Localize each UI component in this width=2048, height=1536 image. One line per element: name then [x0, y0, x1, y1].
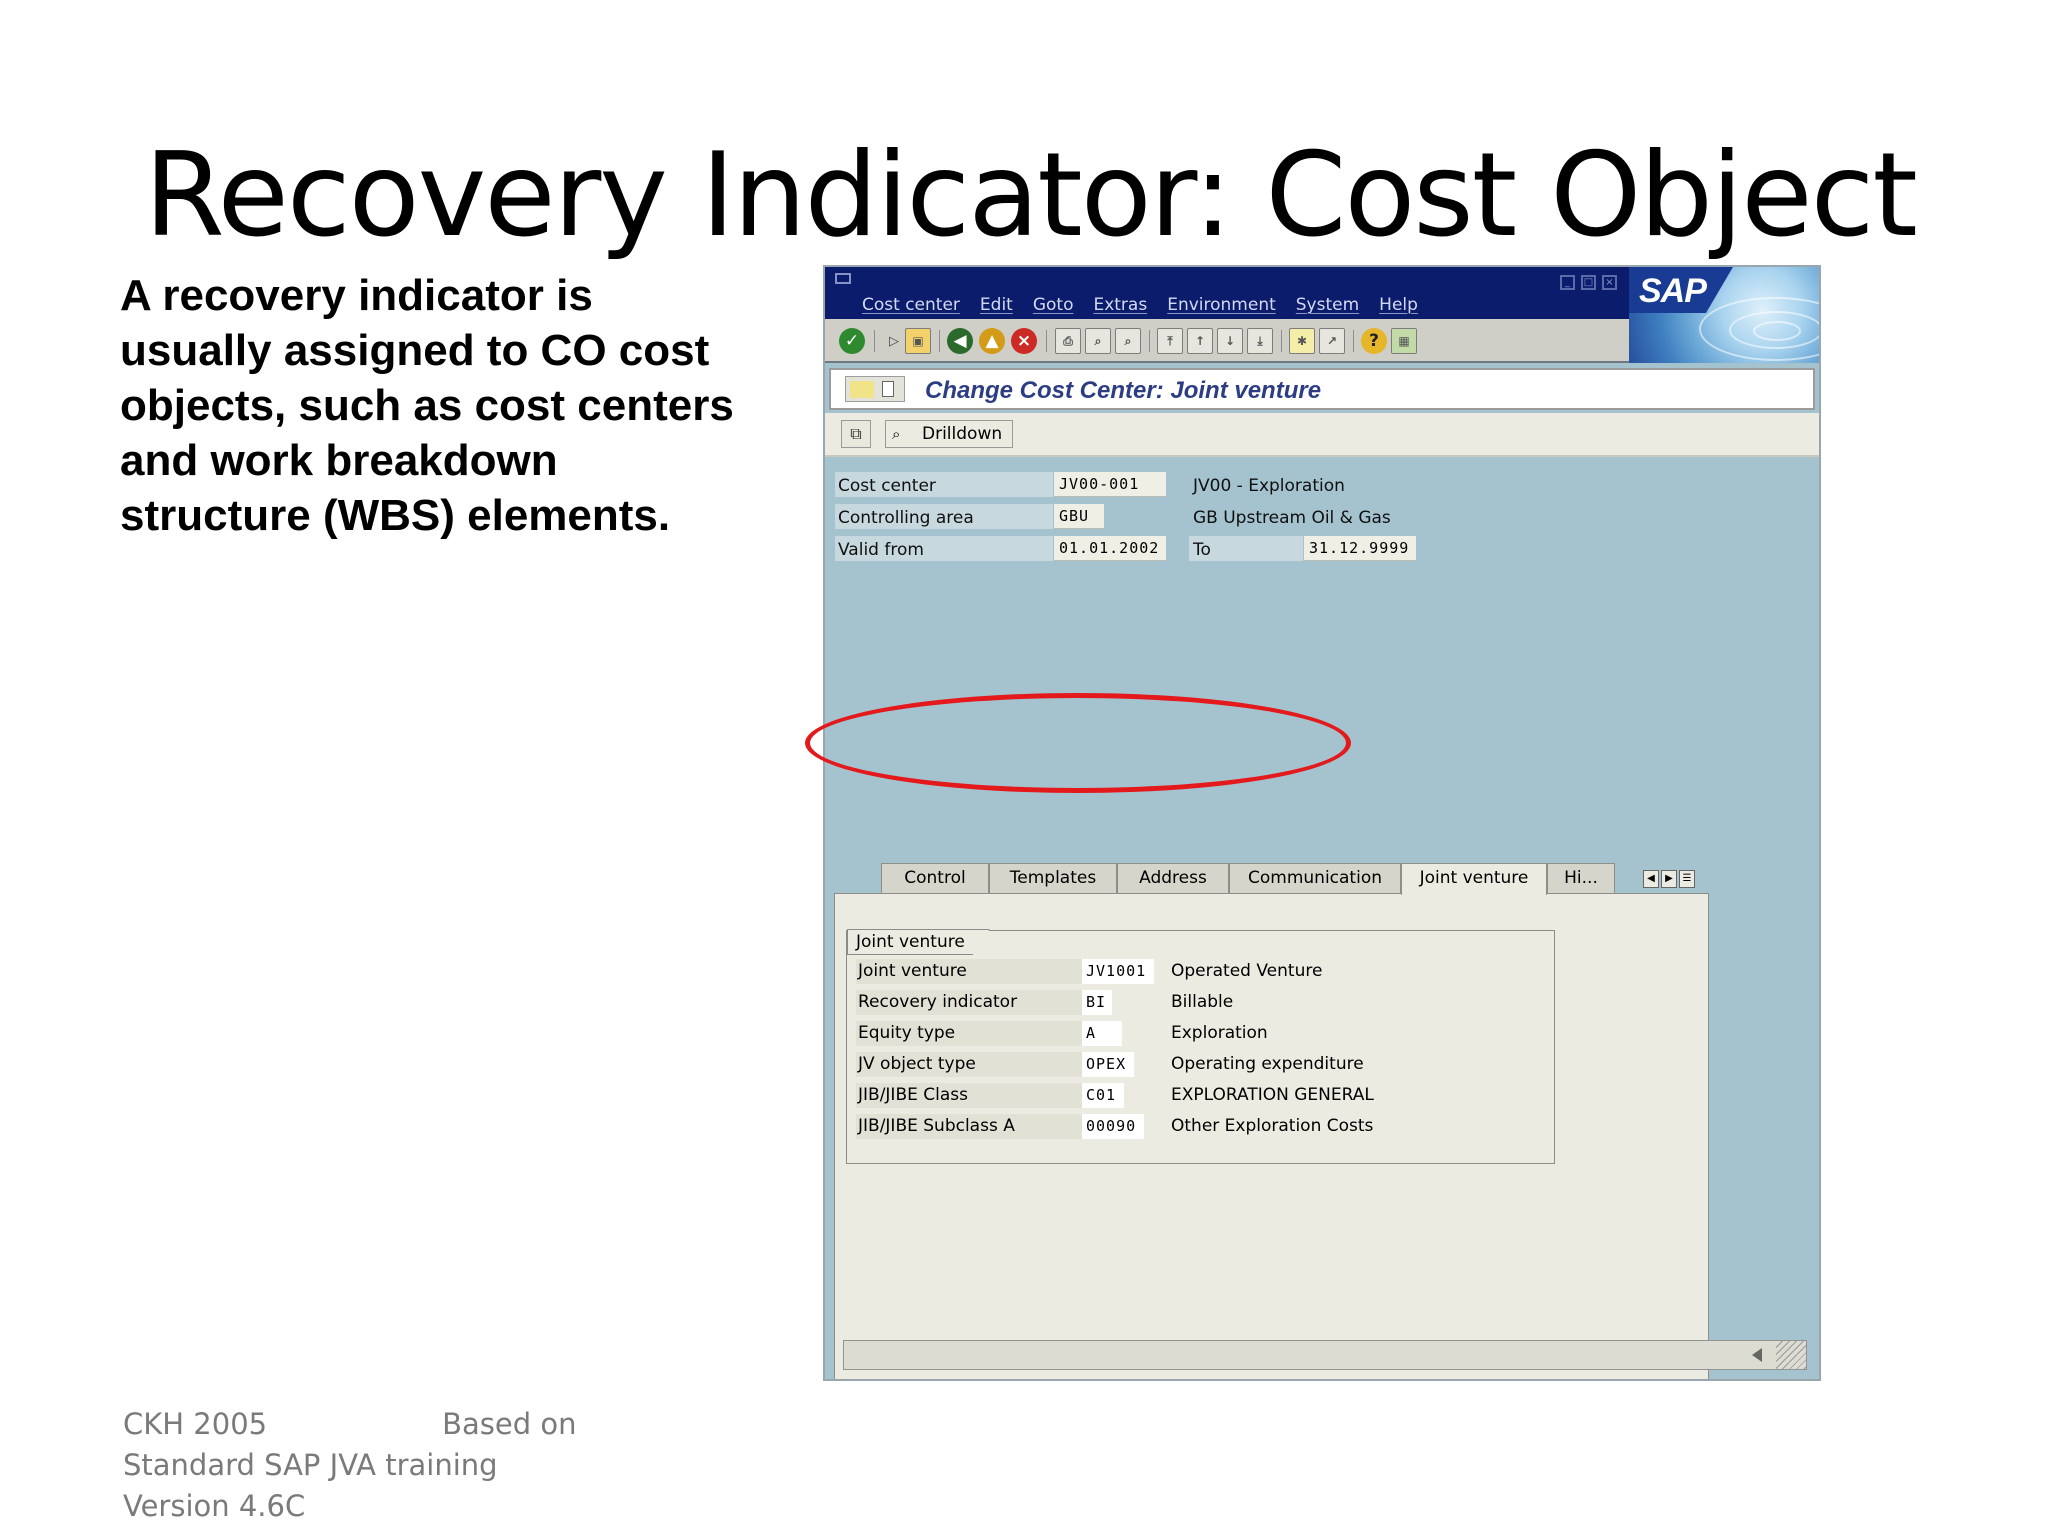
- tab-templates[interactable]: Templates: [989, 863, 1117, 893]
- tab-scroll-left-icon[interactable]: ◀: [1643, 870, 1659, 888]
- jv-object-type-field[interactable]: OPEX: [1082, 1052, 1134, 1077]
- create-shortcut-icon[interactable]: ↗: [1319, 328, 1345, 354]
- slide-body-text: A recovery indicator is usually assigned…: [120, 271, 734, 540]
- first-page-icon[interactable]: ⤒: [1157, 328, 1183, 354]
- document-icon[interactable]: [882, 381, 894, 397]
- exit-icon[interactable]: ▲: [979, 328, 1005, 354]
- print-icon[interactable]: ⎙: [1055, 328, 1081, 354]
- cost-center-label: Cost center: [838, 476, 936, 496]
- footer-version: Version 4.6C: [123, 1489, 306, 1523]
- jv-object-type-label: JV object type: [856, 1052, 1082, 1077]
- tab-control[interactable]: Control: [881, 863, 989, 893]
- jib-subclass-description: Other Exploration Costs: [1171, 1116, 1374, 1136]
- tab-list-icon[interactable]: ☰: [1679, 870, 1695, 888]
- tab-scroll-right-icon[interactable]: ▶: [1661, 870, 1677, 888]
- system-menu-icon[interactable]: [835, 273, 851, 284]
- tab-communication[interactable]: Communication: [1229, 863, 1401, 893]
- tab-history[interactable]: Hi...: [1547, 863, 1615, 893]
- sap-logo: SAP: [1629, 267, 1819, 363]
- cost-center-description: JV00 - Exploration: [1193, 476, 1345, 496]
- find-icon[interactable]: ⌕: [1085, 328, 1111, 354]
- screen-title: Change Cost Center: Joint venture: [925, 377, 1322, 404]
- recovery-indicator-label: Recovery indicator: [856, 990, 1082, 1015]
- joint-venture-description: Operated Venture: [1171, 961, 1323, 981]
- status-expand-icon[interactable]: [1752, 1348, 1762, 1362]
- screen-title-bar: Change Cost Center: Joint venture: [829, 368, 1815, 410]
- next-page-icon[interactable]: ↓: [1217, 328, 1243, 354]
- command-field-arrow-icon[interactable]: ▷: [881, 328, 907, 354]
- jib-subclass-label: JIB/JIBE Subclass A: [856, 1114, 1082, 1139]
- group-title: Joint venture: [847, 929, 990, 955]
- tab-strip: Control Templates Address Communication …: [825, 863, 1725, 895]
- footer-based-on: Based on: [442, 1407, 577, 1441]
- cost-center-field[interactable]: JV00-001: [1054, 472, 1166, 497]
- menu-help[interactable]: Help: [1379, 295, 1418, 315]
- valid-from-field[interactable]: 01.01.2002: [1054, 536, 1166, 561]
- title-icons: [845, 376, 905, 402]
- drilldown-button[interactable]: ⌕ Drilldown: [885, 420, 1014, 448]
- sap-window: Cost center Edit Goto Extras Environment…: [823, 265, 1821, 1381]
- joint-venture-label: Joint venture: [856, 959, 1082, 984]
- menu-cost-center[interactable]: Cost center: [862, 295, 960, 315]
- close-window-icon[interactable]: ×: [1602, 275, 1617, 290]
- jib-class-description: EXPLORATION GENERAL: [1171, 1085, 1374, 1105]
- create-session-icon[interactable]: ✱: [1289, 328, 1315, 354]
- equity-type-label: Equity type: [856, 1021, 1082, 1046]
- tab-address[interactable]: Address: [1117, 863, 1229, 893]
- find-next-icon[interactable]: ⌕: [1115, 328, 1141, 354]
- back-icon[interactable]: ◀: [947, 328, 973, 354]
- help-icon[interactable]: ?: [1361, 328, 1387, 354]
- valid-from-label: Valid from: [838, 540, 924, 560]
- enter-icon[interactable]: ✓: [839, 328, 865, 354]
- equity-type-description: Exploration: [1171, 1023, 1268, 1043]
- recovery-indicator-description: Billable: [1171, 992, 1234, 1012]
- controlling-area-label: Controlling area: [838, 508, 974, 528]
- joint-venture-group: Joint venture Joint venture JV1001 Opera…: [846, 929, 1555, 1164]
- application-toolbar: ⧉ ⌕ Drilldown: [825, 413, 1819, 457]
- valid-to-label: To: [1193, 540, 1211, 560]
- maximize-icon[interactable]: □: [1581, 275, 1596, 290]
- footer-author: CKH 2005: [123, 1407, 268, 1441]
- jib-class-field[interactable]: C01: [1082, 1083, 1124, 1108]
- tab-panel-joint-venture: Joint venture Joint venture JV1001 Opera…: [834, 893, 1709, 1379]
- resize-grip-icon[interactable]: [1776, 1341, 1806, 1369]
- other-object-icon[interactable]: ⧉: [841, 420, 871, 448]
- drilldown-label: Drilldown: [922, 424, 1003, 444]
- jv-object-type-description: Operating expenditure: [1171, 1054, 1364, 1074]
- menu-extras[interactable]: Extras: [1093, 295, 1147, 315]
- jib-class-label: JIB/JIBE Class: [856, 1083, 1082, 1108]
- sap-logo-text: SAP: [1639, 272, 1707, 310]
- footer-source: Standard SAP JVA training: [123, 1448, 498, 1482]
- slide-footer: CKH 2005 Based on Standard SAP JVA traini…: [123, 1404, 576, 1527]
- layout-menu-icon[interactable]: ▦: [1391, 328, 1417, 354]
- window-controls: _ □ ×: [1560, 275, 1617, 290]
- menu-edit[interactable]: Edit: [980, 295, 1013, 315]
- equity-type-field[interactable]: A: [1082, 1021, 1122, 1046]
- menu-goto[interactable]: Goto: [1033, 295, 1074, 315]
- tab-joint-venture[interactable]: Joint venture: [1401, 863, 1547, 895]
- last-page-icon[interactable]: ⤓: [1247, 328, 1273, 354]
- cancel-icon[interactable]: ×: [1011, 328, 1037, 354]
- slide-title: Recovery Indicator: Cost Object: [144, 128, 1918, 263]
- joint-venture-field[interactable]: JV1001: [1082, 959, 1154, 984]
- jib-subclass-field[interactable]: 00090: [1082, 1114, 1144, 1139]
- folder-icon[interactable]: [850, 381, 874, 398]
- menu-system[interactable]: System: [1296, 295, 1359, 315]
- drilldown-icon: ⌕: [892, 425, 901, 443]
- minimize-icon[interactable]: _: [1560, 275, 1575, 290]
- menu-items: Cost center Edit Goto Extras Environment…: [862, 295, 1418, 315]
- controlling-area-field[interactable]: GBU: [1054, 504, 1104, 529]
- controlling-area-description: GB Upstream Oil & Gas: [1193, 508, 1391, 528]
- valid-to-field[interactable]: 31.12.9999: [1304, 536, 1416, 561]
- recovery-indicator-field[interactable]: BI: [1082, 990, 1112, 1015]
- menu-environment[interactable]: Environment: [1167, 295, 1276, 315]
- save-icon[interactable]: ▣: [905, 328, 931, 354]
- status-bar: [843, 1340, 1807, 1370]
- previous-page-icon[interactable]: ↑: [1187, 328, 1213, 354]
